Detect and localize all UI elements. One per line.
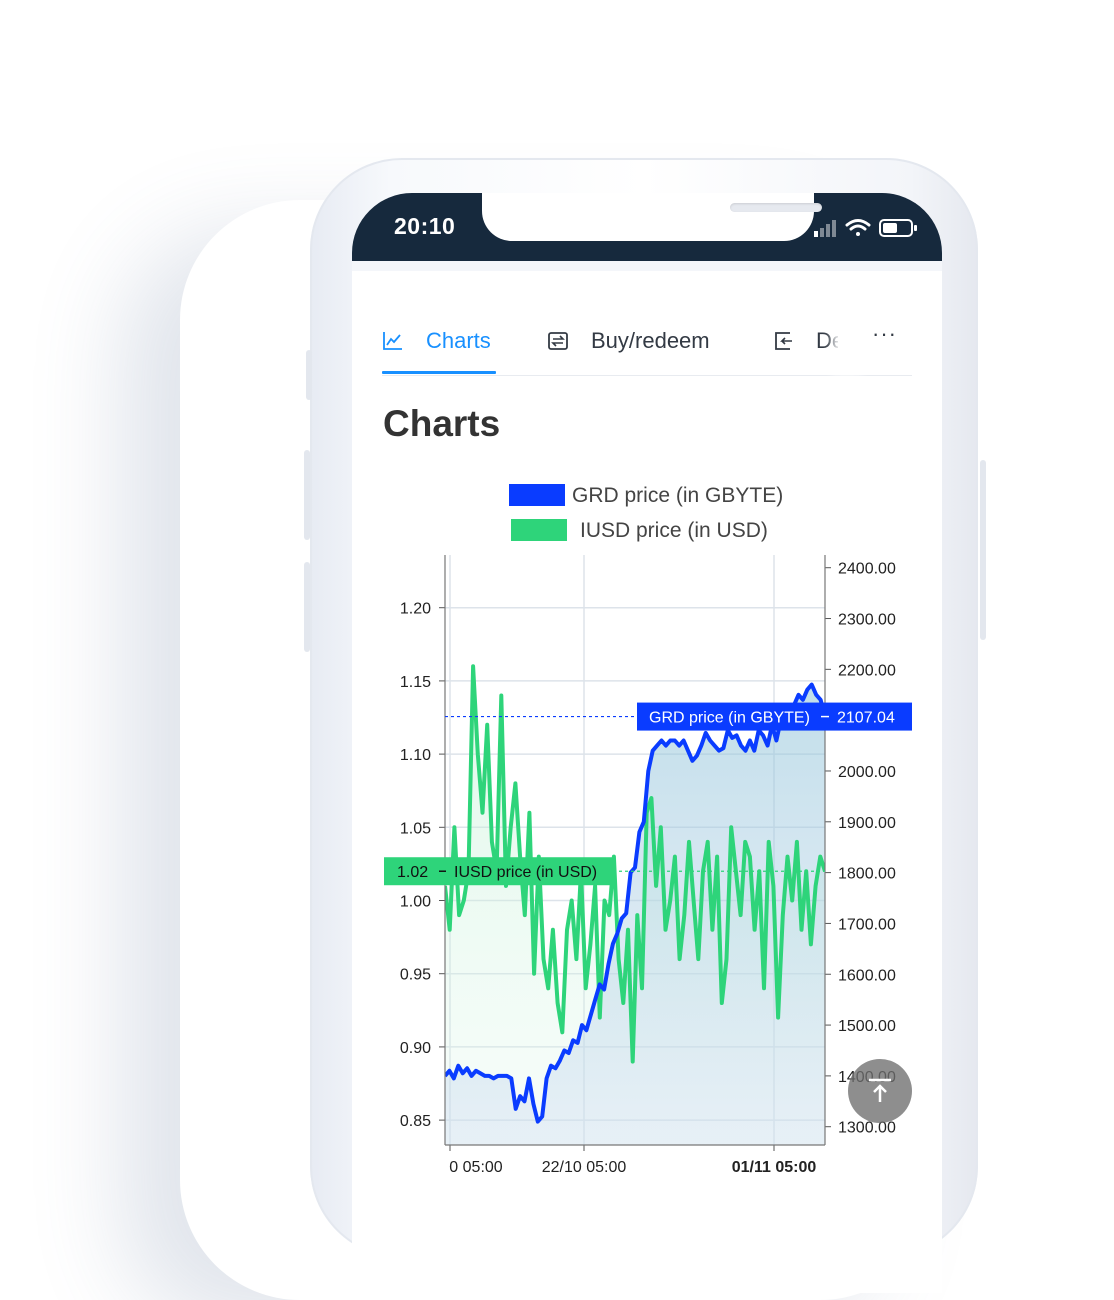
legend-item-grd[interactable]: GRD price (in GBYTE) [509, 484, 783, 507]
right-axis-tick-label: 1500.00 [838, 1018, 896, 1035]
scroll-to-top-button[interactable] [848, 1059, 912, 1123]
legend-item-iusd[interactable]: IUSD price (in USD) [511, 519, 768, 542]
right-axis-tick-label: 1700.00 [838, 916, 896, 933]
x-axis-tick-label: 01/11 05:00 [732, 1159, 817, 1176]
iusd-badge-value: 1.02 [397, 864, 428, 881]
right-axis-tick-label: 1900.00 [838, 815, 896, 832]
chart-legend: GRD price (in GBYTE) IUSD price (in USD) [509, 484, 783, 542]
right-axis-tick-label: 2400.00 [838, 561, 896, 578]
right-axis-tick-label: 2300.00 [838, 612, 896, 629]
left-axis-tick-label: 0.95 [400, 967, 431, 984]
legend-label: IUSD price (in USD) [580, 519, 768, 542]
price-chart: GRD price (in GBYTE) IUSD price (in USD)… [384, 484, 912, 1176]
right-axis-tick-label: 1600.00 [838, 967, 896, 984]
left-axis-tick-label: 1.20 [400, 601, 431, 618]
right-axis-tick-label: 1300.00 [838, 1120, 896, 1137]
right-axis-tick-label: 2200.00 [838, 662, 896, 679]
x-axis-tick-label: 0 05:00 [449, 1159, 502, 1176]
legend-label: GRD price (in GBYTE) [572, 484, 783, 507]
grd-badge-name: GRD price (in GBYTE) [649, 710, 810, 727]
right-axis-tick-label: 2000.00 [838, 764, 896, 781]
legend-swatch-grd [509, 484, 565, 506]
legend-swatch-iusd [511, 519, 567, 541]
left-axis-tick-label: 0.90 [400, 1040, 431, 1057]
left-axis-tick-label: 1.00 [400, 894, 431, 911]
grd-badge-value: 2107.04 [837, 710, 895, 727]
left-axis-tick-label: 1.15 [400, 674, 431, 691]
left-axis-tick-label: 0.85 [400, 1113, 431, 1130]
x-axis-tick-label: 22/10 05:00 [542, 1159, 627, 1176]
iusd-badge-name: IUSD price (in USD) [454, 864, 597, 881]
right-axis-tick-label: 1800.00 [838, 866, 896, 883]
left-axis-tick-label: 1.05 [400, 820, 431, 837]
arrow-up-to-line-icon [869, 1078, 891, 1102]
left-axis-tick-label: 1.10 [400, 747, 431, 764]
